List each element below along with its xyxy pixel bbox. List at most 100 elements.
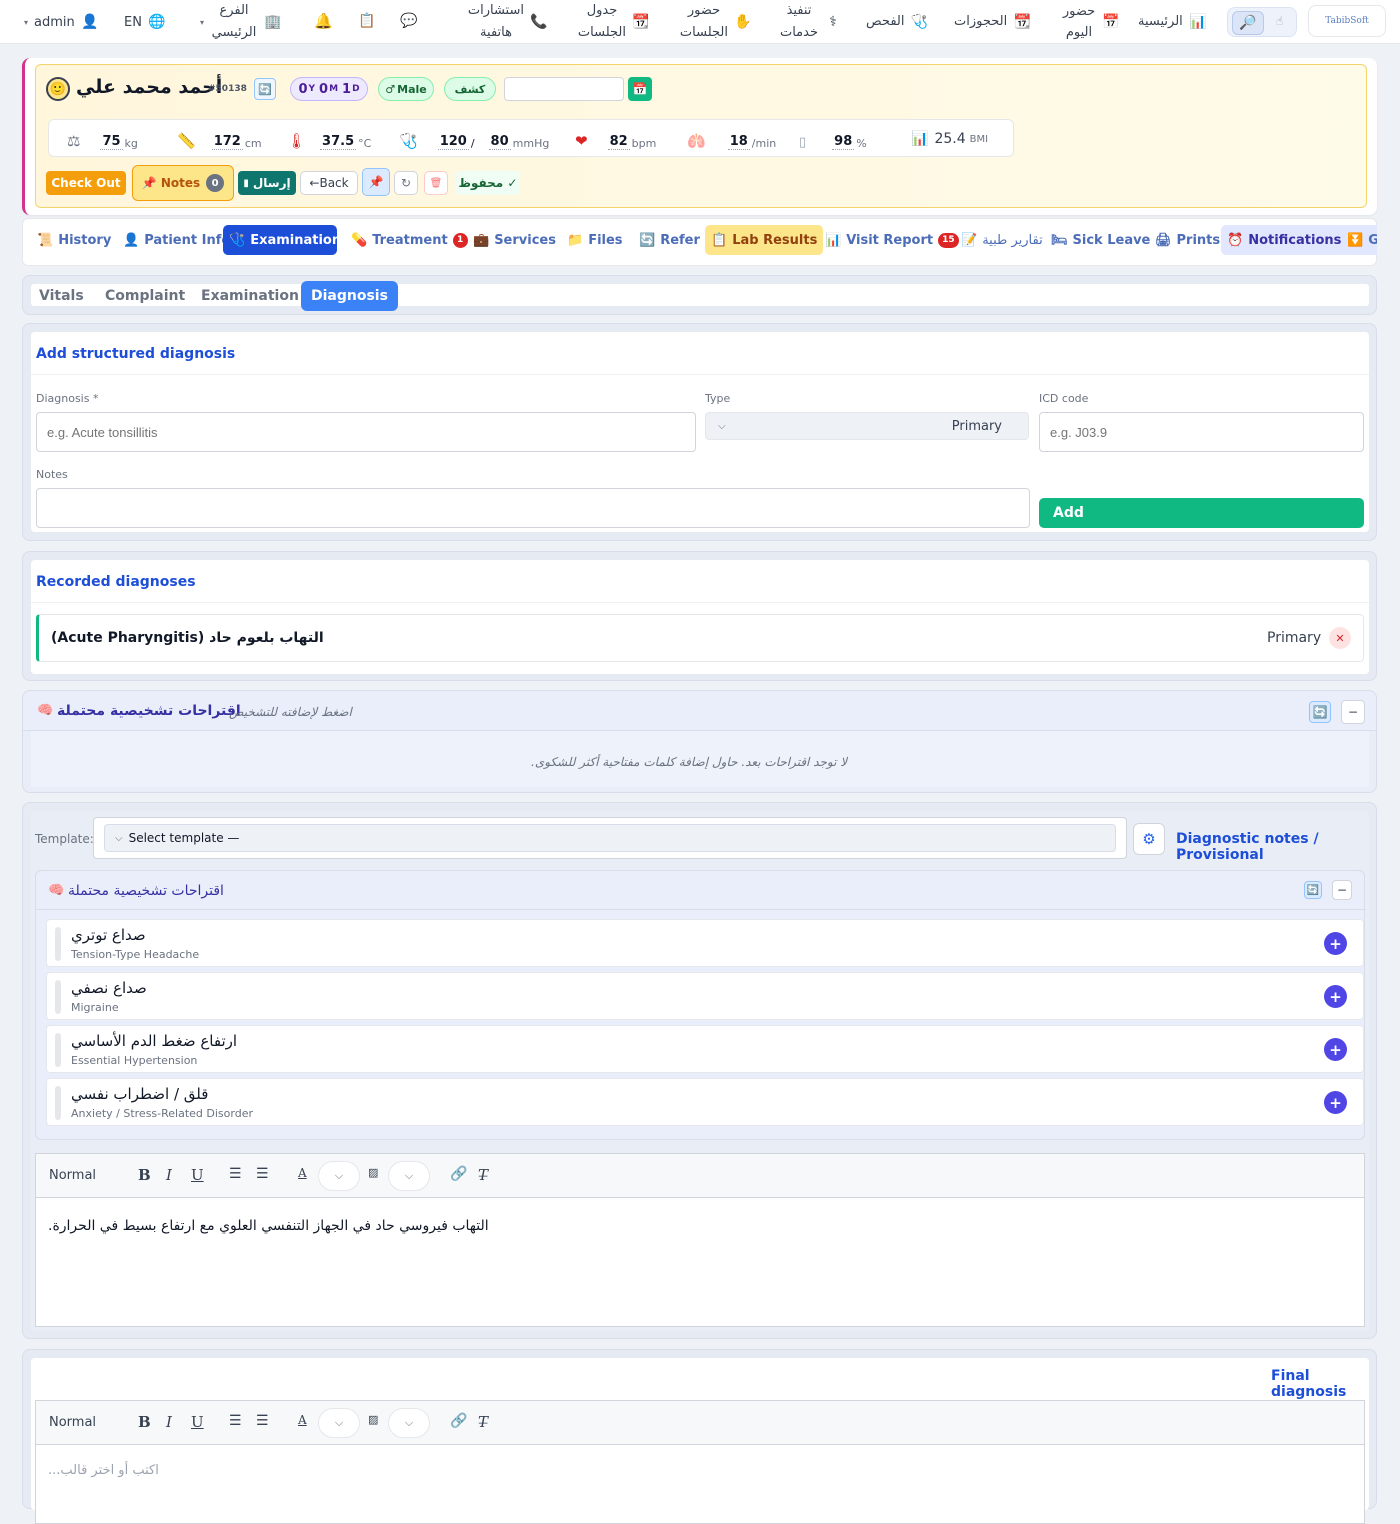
final-editor[interactable]: اكتب أو اختر قالب...: [35, 1444, 1365, 1524]
vital-weight[interactable]: ⚖ 75 kg: [67, 128, 138, 150]
language-switch[interactable]: EN 🌐: [124, 0, 166, 44]
bullet-list-icon[interactable]: ☰: [256, 1166, 269, 1182]
clear-format-icon[interactable]: T̶: [478, 1413, 488, 1431]
user-menu[interactable]: ▾ admin 👤: [24, 0, 99, 44]
suggestion-item[interactable]: صداع توتري Tension-Type Headache +: [46, 919, 1364, 967]
text-color-icon[interactable]: A: [298, 1166, 307, 1180]
notes-input[interactable]: [36, 488, 1030, 528]
tab-notifications[interactable]: ⏰ Notifications: [1221, 225, 1348, 255]
tab-patient-info[interactable]: 👤 Patient Info: [117, 225, 236, 255]
collapse-icon[interactable]: −: [1332, 880, 1352, 900]
gear-icon[interactable]: ⚙: [1133, 823, 1165, 855]
send-button[interactable]: إرسال ▮: [238, 171, 296, 195]
delete-button[interactable]: 🗑: [424, 171, 448, 195]
nav-examination[interactable]: الفحص 🩺: [866, 0, 928, 44]
collapse-icon[interactable]: −: [1341, 700, 1365, 724]
subtab-vitals[interactable]: Vitals: [29, 281, 94, 311]
bold-icon[interactable]: B: [138, 1166, 151, 1184]
tab-lab-results[interactable]: 📋 Lab Results: [705, 225, 824, 255]
link-icon[interactable]: 🔗: [450, 1413, 467, 1429]
bullet-list-icon[interactable]: ☰: [256, 1413, 269, 1429]
tab-services[interactable]: 💼 Services: [467, 225, 562, 255]
refresh-suggestions-icon[interactable]: 🔄: [1304, 881, 1322, 899]
background-color-icon[interactable]: ▨: [368, 1166, 378, 1179]
nav-services-exec[interactable]: تنفيذ خدمات ⚕: [780, 0, 842, 44]
calendar-picker-icon[interactable]: 📅: [628, 77, 652, 101]
vital-spo2[interactable]: ▯ 98%: [799, 128, 867, 150]
italic-icon[interactable]: I: [166, 1413, 172, 1431]
add-suggestion-icon[interactable]: +: [1324, 932, 1347, 955]
template-select[interactable]: ⌵ Select template —: [104, 824, 1116, 852]
type-select[interactable]: ⌵ Primary: [705, 412, 1029, 440]
vital-height[interactable]: 📏 172 cm: [177, 128, 262, 150]
add-suggestion-icon[interactable]: +: [1324, 1038, 1347, 1061]
check-out-button[interactable]: Check Out: [46, 171, 126, 195]
visit-type-badge[interactable]: كشف: [444, 77, 496, 101]
italic-icon[interactable]: I: [166, 1166, 172, 1184]
icd-code-input[interactable]: [1039, 412, 1364, 452]
nav-phone-consult[interactable]: استشارات هاتفية 📞: [468, 0, 548, 44]
add-suggestion-icon[interactable]: +: [1324, 1091, 1347, 1114]
underline-icon[interactable]: U: [191, 1413, 204, 1431]
suggestion-item[interactable]: ارتفاع ضغط الدم الأساسي Essential Hypert…: [46, 1025, 1364, 1073]
pointer-icon[interactable]: ☝: [1276, 14, 1283, 28]
text-color-dropdown[interactable]: ⌵: [318, 1408, 360, 1438]
vital-pulse[interactable]: ❤ 82 bpm: [575, 128, 656, 150]
visit-date-input[interactable]: [504, 77, 624, 101]
tab-treatment[interactable]: 💊 Treatment 1: [345, 225, 474, 255]
refresh-button[interactable]: ↻: [394, 171, 418, 195]
vital-temperature[interactable]: 🌡 37.5 °C: [287, 128, 371, 150]
nav-sessions-schedule[interactable]: جدول الجلسات 📆: [578, 0, 650, 44]
tab-examination[interactable]: 🩺 Examination: [223, 225, 341, 255]
vital-respiration[interactable]: 🫁 18/min: [687, 128, 776, 150]
text-color-dropdown[interactable]: ⌵: [318, 1161, 360, 1191]
suggestion-item[interactable]: قلق / اضطراب نفسي Anxiety / Stress-Relat…: [46, 1078, 1364, 1126]
background-color-dropdown[interactable]: ⌵: [388, 1408, 430, 1438]
text-color-icon[interactable]: A: [298, 1413, 307, 1427]
nav-home[interactable]: الرئيسية 📊: [1138, 0, 1207, 44]
background-color-dropdown[interactable]: ⌵: [388, 1161, 430, 1191]
messages-icon[interactable]: 💬: [400, 13, 417, 29]
ordered-list-icon[interactable]: ☰: [229, 1413, 242, 1429]
nav-sessions-attendance[interactable]: حضور الجلسات ✋: [680, 0, 752, 44]
vital-blood-pressure[interactable]: 🩺 120/ 80 mmHg: [399, 128, 549, 150]
back-button[interactable]: ←Back: [300, 171, 358, 195]
format-select[interactable]: Normal: [49, 1168, 96, 1183]
pin-button[interactable]: 📌: [362, 168, 390, 196]
add-diagnosis-button[interactable]: Add: [1039, 498, 1364, 528]
clipboard-icon[interactable]: 📋: [358, 13, 375, 29]
branch-selector[interactable]: ▾ الفرع الرئيسي 🏢: [200, 0, 282, 44]
tab-more[interactable]: ⏬ G: [1341, 225, 1377, 255]
nav-today-attendance[interactable]: حضور اليوم 📅: [1062, 0, 1120, 44]
notes-button[interactable]: 📌 Notes 0: [132, 165, 234, 201]
ordered-list-icon[interactable]: ☰: [229, 1166, 242, 1182]
tab-history[interactable]: 📜 History: [31, 225, 117, 255]
provisional-editor[interactable]: التهاب فيروسي حاد في الجهاز التنفسي العل…: [35, 1197, 1365, 1327]
subtab-examination[interactable]: Examination: [191, 281, 309, 311]
search-button[interactable]: 🔎: [1232, 11, 1264, 35]
tab-medical-reports[interactable]: 📝 تقارير طبية: [955, 225, 1049, 255]
tab-refer[interactable]: 🔄 Refer: [633, 225, 706, 255]
add-suggestion-icon[interactable]: +: [1324, 985, 1347, 1008]
nav-bookings[interactable]: الحجوزات 📆: [954, 0, 1031, 44]
tab-history-label: History: [58, 232, 112, 248]
format-select[interactable]: Normal: [49, 1415, 96, 1430]
tab-visit-report[interactable]: 📊 Visit Report 15: [819, 225, 965, 255]
clear-format-icon[interactable]: T̶: [478, 1166, 488, 1184]
suggestion-item[interactable]: صداع نصفي Migraine +: [46, 972, 1364, 1020]
remove-diagnosis-icon[interactable]: ✕: [1329, 627, 1351, 649]
tab-prints[interactable]: 🖨 Prints: [1149, 225, 1226, 255]
notifications-bell-icon[interactable]: 🔔: [314, 12, 333, 30]
refresh-suggestions-icon[interactable]: 🔄: [1309, 701, 1331, 723]
tab-sick-leave[interactable]: 🛏 Sick Leave: [1045, 225, 1156, 255]
background-color-icon[interactable]: ▨: [368, 1413, 378, 1426]
subtab-complaint[interactable]: Complaint: [95, 281, 195, 311]
tab-files[interactable]: 📁 Files: [561, 225, 629, 255]
bold-icon[interactable]: B: [138, 1413, 151, 1431]
subtab-diagnosis[interactable]: Diagnosis: [301, 281, 398, 311]
link-icon[interactable]: 🔗: [450, 1166, 467, 1182]
app-logo[interactable]: TabibSoft: [1308, 5, 1386, 37]
underline-icon[interactable]: U: [191, 1166, 204, 1184]
refresh-id-icon[interactable]: 🔄: [254, 78, 276, 100]
diagnosis-input[interactable]: [36, 412, 696, 452]
